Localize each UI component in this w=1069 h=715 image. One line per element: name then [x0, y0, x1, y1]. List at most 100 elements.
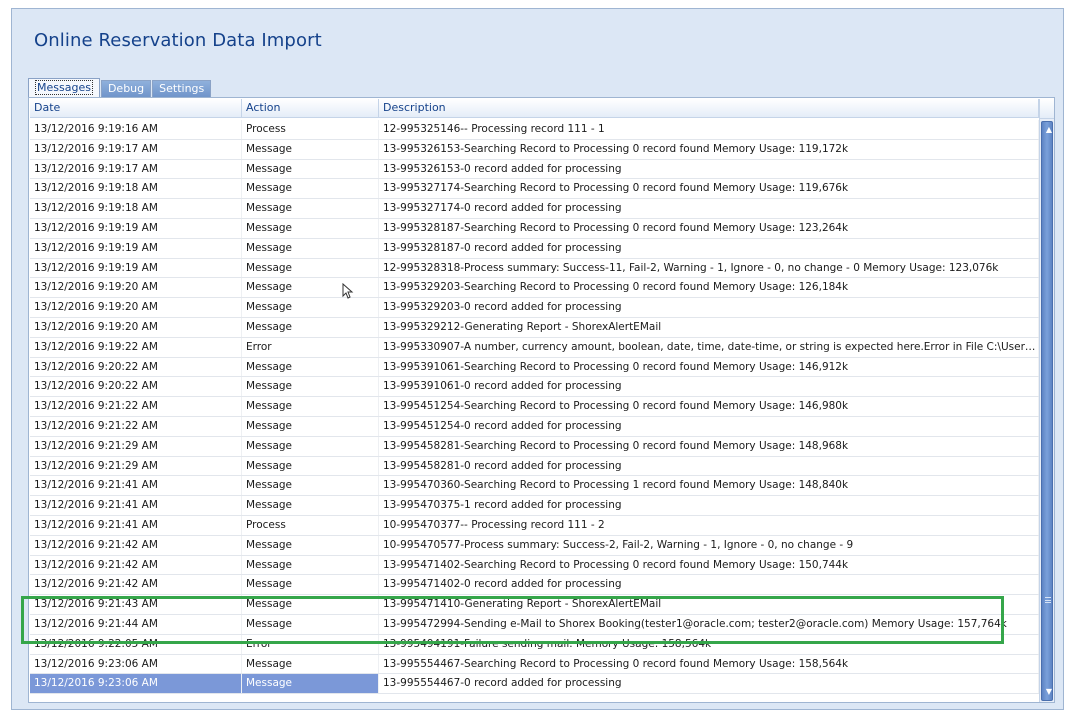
- row-date-cell[interactable]: 13/12/2016 9:23:06 AM: [30, 654, 242, 674]
- table-row[interactable]: 13/12/2016 9:21:42 AM Message 10-995470577…: [30, 535, 1039, 556]
- table-row[interactable]: 13/12/2016 9:19:18 AM Message 13-995327174…: [30, 179, 1039, 200]
- row-description-cell[interactable]: 13-995451254-Searching Record to Process…: [379, 397, 1039, 416]
- scroll-up-icon[interactable]: ▲: [1043, 124, 1055, 136]
- table-row[interactable]: 13/12/2016 9:19:20 AM Message 13-995329212…: [30, 317, 1039, 338]
- table-row[interactable]: 13/12/2016 9:20:22 AM Message 13-995391061…: [30, 377, 1039, 398]
- row-date-cell[interactable]: 13/12/2016 9:20:22 AM: [30, 357, 242, 377]
- row-description-cell[interactable]: 13-995329203-0 record added for processi…: [379, 298, 1039, 317]
- table-row[interactable]: 13/12/2016 9:21:42 AM Message 13-995471402…: [30, 575, 1039, 596]
- row-date-cell[interactable]: 13/12/2016 9:21:41 AM: [30, 476, 242, 496]
- row-description-cell[interactable]: 13-995329212-Generating Report - ShorexA…: [379, 317, 1039, 337]
- table-row[interactable]: 13/12/2016 9:21:41 AM Process 10-995470377…: [30, 515, 1039, 536]
- row-date-cell[interactable]: 13/12/2016 9:21:29 AM: [30, 436, 242, 456]
- row-action-cell[interactable]: Message: [242, 436, 379, 456]
- row-date-cell[interactable]: 13/12/2016 9:21:44 AM: [30, 614, 242, 634]
- table-row[interactable]: 13/12/2016 9:21:29 AM Message 13-995458281…: [30, 436, 1039, 457]
- column-header-description[interactable]: Description: [379, 99, 1039, 117]
- row-description-cell[interactable]: 13-995458281-Searching Record to Process…: [379, 436, 1039, 456]
- row-description-cell[interactable]: 13-995458281-0 record added for processi…: [379, 456, 1039, 476]
- row-action-cell[interactable]: Message: [242, 179, 379, 199]
- row-description-cell[interactable]: 13-995328187-Searching Record to Process…: [379, 218, 1039, 238]
- row-description-cell[interactable]: 13-995327174-Searching Record to Process…: [379, 179, 1039, 199]
- row-date-cell[interactable]: 13/12/2016 9:19:19 AM: [30, 238, 242, 258]
- row-date-cell[interactable]: 13/12/2016 9:21:42 AM: [30, 575, 242, 595]
- row-description-cell[interactable]: 13-995391061-Searching Record to Process…: [379, 357, 1039, 377]
- row-date-cell[interactable]: 13/12/2016 9:19:19 AM: [30, 218, 242, 238]
- row-action-cell[interactable]: Message: [242, 258, 379, 278]
- row-date-cell[interactable]: 13/12/2016 9:21:22 AM: [30, 416, 242, 436]
- row-description-cell[interactable]: 13-995326153-0 record added for processi…: [379, 159, 1039, 179]
- table-row[interactable]: 13/12/2016 9:21:22 AM Message 13-995451254…: [30, 397, 1039, 417]
- table-row[interactable]: 13/12/2016 9:20:22 AM Message 13-995391061…: [30, 357, 1039, 378]
- table-row[interactable]: 13/12/2016 9:21:44 AM Message 13-995472994…: [30, 614, 1039, 635]
- row-description-cell[interactable]: 13-995554467-Searching Record to Process…: [379, 654, 1039, 674]
- vertical-scrollbar[interactable]: ▲ ▼: [1039, 99, 1054, 702]
- row-date-cell[interactable]: 13/12/2016 9:19:20 AM: [30, 278, 242, 298]
- table-row[interactable]: 13/12/2016 9:21:43 AM Message 13-995471410…: [30, 595, 1039, 615]
- row-action-cell[interactable]: Error: [242, 337, 379, 357]
- row-action-cell[interactable]: Message: [242, 199, 379, 218]
- row-date-cell[interactable]: 13/12/2016 9:19:16 AM: [30, 120, 242, 139]
- row-action-cell[interactable]: Message: [242, 397, 379, 416]
- table-row[interactable]: 13/12/2016 9:19:17 AM Message 13-995326153…: [30, 139, 1039, 160]
- row-description-cell[interactable]: 13-995471402-0 record added for processi…: [379, 575, 1039, 595]
- row-description-cell[interactable]: 13-995391061-0 record added for processi…: [379, 377, 1039, 397]
- row-description-cell[interactable]: 13-995326153-Searching Record to Process…: [379, 139, 1039, 159]
- row-action-cell[interactable]: Message: [242, 298, 379, 317]
- row-date-cell[interactable]: 13/12/2016 9:19:17 AM: [30, 139, 242, 159]
- table-row[interactable]: 13/12/2016 9:23:06 AM Message 13-995554467…: [30, 654, 1039, 675]
- row-description-cell[interactable]: 12-995328318-Process summary: Success-11…: [379, 258, 1039, 278]
- row-action-cell[interactable]: Message: [242, 595, 379, 614]
- row-action-cell[interactable]: Message: [242, 496, 379, 515]
- row-date-cell[interactable]: 13/12/2016 9:21:29 AM: [30, 456, 242, 476]
- row-description-cell[interactable]: 13-995451254-0 record added for processi…: [379, 416, 1039, 436]
- table-row[interactable]: 13/12/2016 9:23:06 AM Message 13-995554467…: [30, 674, 1039, 695]
- table-row[interactable]: 13/12/2016 9:19:20 AM Message 13-995329203…: [30, 278, 1039, 299]
- row-date-cell[interactable]: 13/12/2016 9:19:18 AM: [30, 199, 242, 218]
- row-date-cell[interactable]: 13/12/2016 9:21:42 AM: [30, 555, 242, 575]
- row-date-cell[interactable]: 13/12/2016 9:19:17 AM: [30, 159, 242, 179]
- row-date-cell[interactable]: 13/12/2016 9:19:22 AM: [30, 337, 242, 357]
- row-description-cell[interactable]: 13-995470375-1 record added for processi…: [379, 496, 1039, 515]
- row-action-cell[interactable]: Message: [242, 416, 379, 436]
- scrollbar-thumb[interactable]: ▲ ▼: [1041, 121, 1053, 701]
- row-date-cell[interactable]: 13/12/2016 9:21:42 AM: [30, 535, 242, 555]
- row-action-cell[interactable]: Message: [242, 357, 379, 377]
- row-description-cell[interactable]: 13-995329203-Searching Record to Process…: [379, 278, 1039, 298]
- column-header-action[interactable]: Action: [242, 99, 379, 117]
- row-action-cell[interactable]: Message: [242, 159, 379, 179]
- row-date-cell[interactable]: 13/12/2016 9:19:19 AM: [30, 258, 242, 278]
- row-date-cell[interactable]: 13/12/2016 9:20:22 AM: [30, 377, 242, 397]
- row-action-cell[interactable]: Message: [242, 555, 379, 575]
- row-action-cell[interactable]: Message: [242, 654, 379, 674]
- row-action-cell[interactable]: Error: [242, 634, 379, 654]
- row-date-cell[interactable]: 13/12/2016 9:19:20 AM: [30, 317, 242, 337]
- row-action-cell[interactable]: Message: [242, 218, 379, 238]
- row-date-cell[interactable]: 13/12/2016 9:19:18 AM: [30, 179, 242, 199]
- table-row[interactable]: 13/12/2016 9:19:19 AM Message 12-995328318…: [30, 258, 1039, 279]
- row-action-cell[interactable]: Process: [242, 120, 379, 139]
- row-action-cell[interactable]: Process: [242, 515, 379, 535]
- table-row[interactable]: 13/12/2016 9:19:19 AM Message 13-995328187…: [30, 218, 1039, 239]
- table-row[interactable]: 13/12/2016 9:19:19 AM Message 13-995328187…: [30, 238, 1039, 259]
- tab-messages[interactable]: Messages: [28, 78, 100, 98]
- table-row[interactable]: 13/12/2016 9:21:29 AM Message 13-995458281…: [30, 456, 1039, 477]
- row-description-cell[interactable]: 13-995330907-A number, currency amount, …: [379, 337, 1039, 357]
- row-action-cell[interactable]: Message: [242, 317, 379, 337]
- row-description-cell[interactable]: 10-995470577-Process summary: Success-2,…: [379, 535, 1039, 555]
- table-row[interactable]: 13/12/2016 9:22:05 AM Error 13-995494191-F…: [30, 634, 1039, 655]
- table-row[interactable]: 13/12/2016 9:19:17 AM Message 13-995326153…: [30, 159, 1039, 180]
- row-description-cell[interactable]: 13-995472994-Sending e-Mail to Shorex Bo…: [379, 614, 1039, 634]
- row-description-cell[interactable]: 13-995494191-Failure sending mail. Memor…: [379, 634, 1039, 654]
- table-row[interactable]: 13/12/2016 9:19:20 AM Message 13-995329203…: [30, 298, 1039, 318]
- table-row[interactable]: 13/12/2016 9:21:42 AM Message 13-995471402…: [30, 555, 1039, 576]
- row-description-cell[interactable]: 12-995325146-- Processing record 111 - 1: [379, 120, 1039, 139]
- row-date-cell[interactable]: 13/12/2016 9:21:43 AM: [30, 595, 242, 614]
- row-date-cell[interactable]: 13/12/2016 9:23:06 AM: [30, 674, 242, 694]
- tab-debug[interactable]: Debug: [100, 80, 152, 98]
- row-action-cell[interactable]: Message: [242, 575, 379, 595]
- row-description-cell[interactable]: 13-995471410-Generating Report - ShorexA…: [379, 595, 1039, 614]
- row-date-cell[interactable]: 13/12/2016 9:22:05 AM: [30, 634, 242, 654]
- table-row[interactable]: 13/12/2016 9:21:41 AM Message 13-995470360…: [30, 476, 1039, 497]
- row-description-cell[interactable]: 13-995470360-Searching Record to Process…: [379, 476, 1039, 496]
